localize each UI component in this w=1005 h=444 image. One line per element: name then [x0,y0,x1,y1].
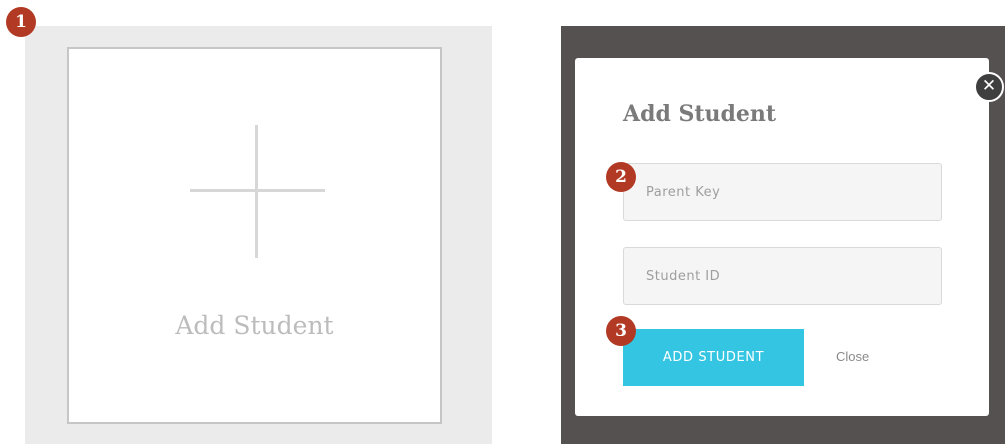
plus-icon-vertical [255,125,258,258]
parent-key-input[interactable] [623,163,942,221]
modal-title: Add Student [623,101,777,127]
add-student-card-label: Add Student [175,311,334,340]
student-id-input[interactable] [623,247,942,305]
step-badge-3: 3 [606,316,636,346]
step-badge-1: 1 [6,7,36,37]
add-student-card[interactable]: Add Student [67,47,442,424]
step-badge-2: 2 [606,162,636,192]
add-student-button[interactable]: ADD STUDENT [623,329,804,386]
close-link[interactable]: Close [836,349,869,364]
close-icon[interactable]: ✕ [974,72,1004,102]
